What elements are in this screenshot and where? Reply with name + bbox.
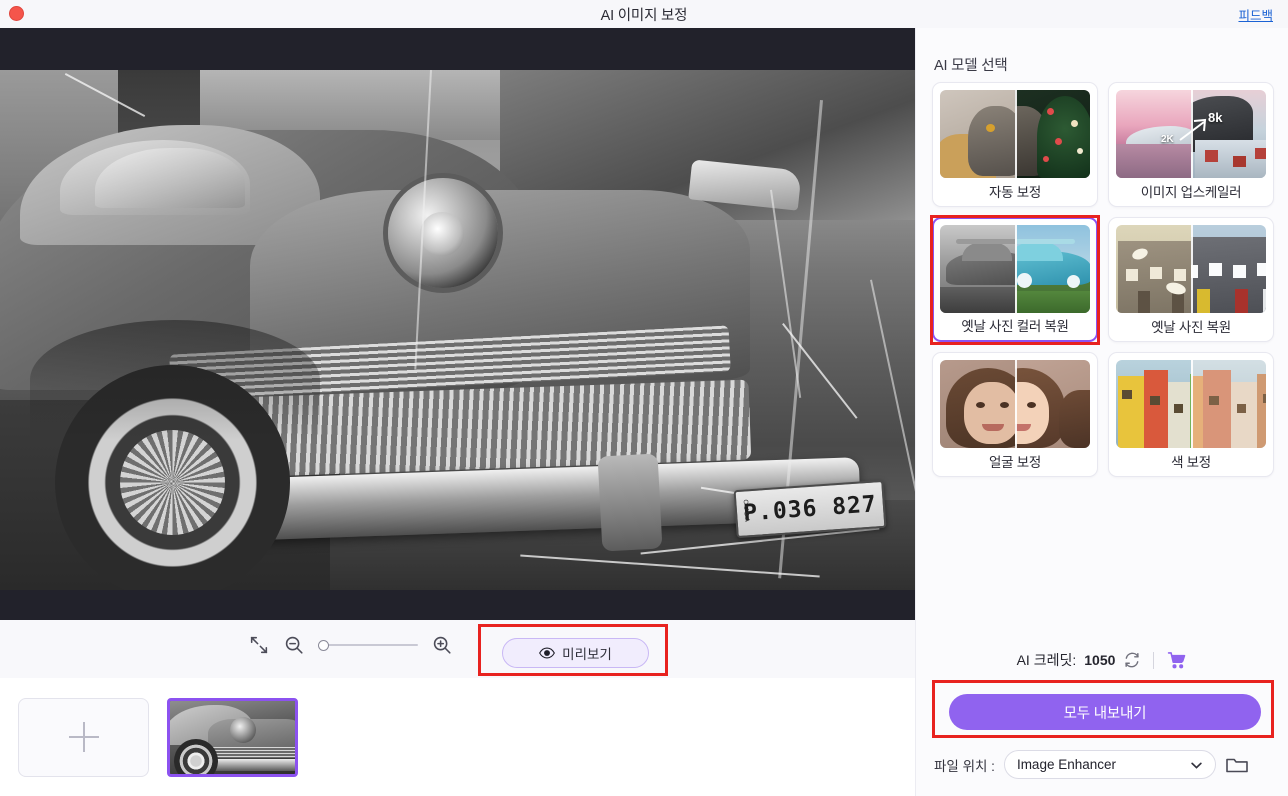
chevron-down-icon — [1191, 762, 1202, 769]
model-card-label: 얼굴 보정 — [989, 455, 1041, 470]
model-thumbnail — [1116, 360, 1266, 448]
list-item[interactable] — [167, 697, 298, 777]
divider — [1153, 651, 1155, 669]
right-panel: AI 모델 선택 자동 보정 2K 8k 이미지 업스케일러 옛날 사진 컬러 … — [915, 28, 1288, 796]
eye-icon — [539, 647, 556, 659]
zoom-controls — [248, 634, 453, 656]
model-card-label: 색 보정 — [1171, 455, 1211, 470]
model-card-old-photo-colorize[interactable]: 옛날 사진 컬러 복원 — [932, 217, 1098, 342]
model-section-title: AI 모델 선택 — [934, 58, 1008, 74]
before-after-divider — [1015, 90, 1017, 178]
page-title: AI 이미지 보정 — [600, 7, 688, 24]
zoom-slider-handle[interactable] — [318, 639, 329, 651]
folder-icon[interactable] — [1225, 754, 1249, 775]
shopping-cart-icon[interactable] — [1166, 650, 1187, 670]
fit-to-screen-icon[interactable] — [248, 634, 270, 656]
app-window: AI 이미지 보정 피드백 CUBA P.036 827 미리보기 AI 모델 … — [0, 0, 1288, 796]
preview-annotation-box: 미리보기 — [478, 624, 668, 676]
export-annotation-box: 모두 내보내기 — [932, 680, 1274, 738]
image-canvas[interactable]: CUBA P.036 827 — [0, 28, 915, 620]
model-thumbnail: 2K 8k — [1116, 90, 1266, 178]
ai-credits-row: AI 크레딧: 1050 — [916, 650, 1288, 670]
zoom-in-icon[interactable] — [431, 634, 453, 656]
resolution-badge-from: 2K — [1161, 134, 1174, 145]
model-thumbnail — [1116, 225, 1266, 313]
model-card-face-enhance[interactable]: 얼굴 보정 — [932, 352, 1098, 477]
model-thumbnail — [940, 225, 1090, 313]
preview-button[interactable]: 미리보기 — [502, 638, 649, 668]
zoom-slider[interactable] — [318, 634, 418, 656]
file-location-row: 파일 위치 : Image Enhancer — [934, 750, 1274, 779]
main-photo: CUBA P.036 827 — [0, 70, 915, 590]
feedback-link[interactable]: 피드백 — [1238, 5, 1273, 24]
ai-credits-label: AI 크레딧: — [1016, 652, 1077, 668]
plus-icon-vertical — [82, 722, 85, 752]
title-bar: AI 이미지 보정 피드백 — [0, 0, 1288, 28]
file-location-value: Image Enhancer — [1016, 757, 1116, 772]
before-after-divider — [1191, 360, 1193, 448]
license-plate-country: CUBA — [741, 499, 751, 524]
model-grid: 자동 보정 2K 8k 이미지 업스케일러 옛날 사진 컬러 복원 옛날 사진 … — [932, 82, 1274, 477]
model-thumbnail — [940, 90, 1090, 178]
model-card-image-upscaler[interactable]: 2K 8k 이미지 업스케일러 — [1108, 82, 1274, 207]
model-card-label: 옛날 사진 복원 — [1151, 320, 1231, 335]
before-after-divider — [1015, 360, 1017, 448]
canvas-toolbar: 모두 삭제 — [0, 620, 915, 678]
zoom-out-icon[interactable] — [283, 634, 305, 656]
model-card-label: 이미지 업스케일러 — [1140, 185, 1242, 200]
model-card-label: 자동 보정 — [989, 185, 1041, 200]
add-image-button[interactable] — [18, 697, 149, 777]
ai-credits-value: 1050 — [1084, 652, 1116, 668]
thumbnail-image — [170, 700, 295, 774]
export-all-button[interactable]: 모두 내보내기 — [949, 694, 1261, 730]
upscale-arrow-icon — [1179, 118, 1207, 141]
model-card-auto-enhance[interactable]: 자동 보정 — [932, 82, 1098, 207]
file-location-select[interactable]: Image Enhancer — [1003, 750, 1216, 779]
before-after-divider — [1191, 225, 1193, 313]
zoom-slider-track — [328, 644, 418, 646]
license-plate-number: P.036 827 — [742, 491, 878, 527]
model-card-color-correct[interactable]: 색 보정 — [1108, 352, 1274, 477]
before-after-divider — [1015, 225, 1017, 313]
thumbnail-strip — [0, 678, 915, 796]
model-card-old-photo-restore[interactable]: 옛날 사진 복원 — [1108, 217, 1274, 342]
refresh-icon[interactable] — [1123, 651, 1141, 669]
model-card-label: 옛날 사진 컬러 복원 — [961, 319, 1069, 334]
model-thumbnail — [940, 360, 1090, 448]
file-location-label: 파일 위치 : — [934, 758, 995, 774]
preview-label: 미리보기 — [562, 647, 612, 662]
